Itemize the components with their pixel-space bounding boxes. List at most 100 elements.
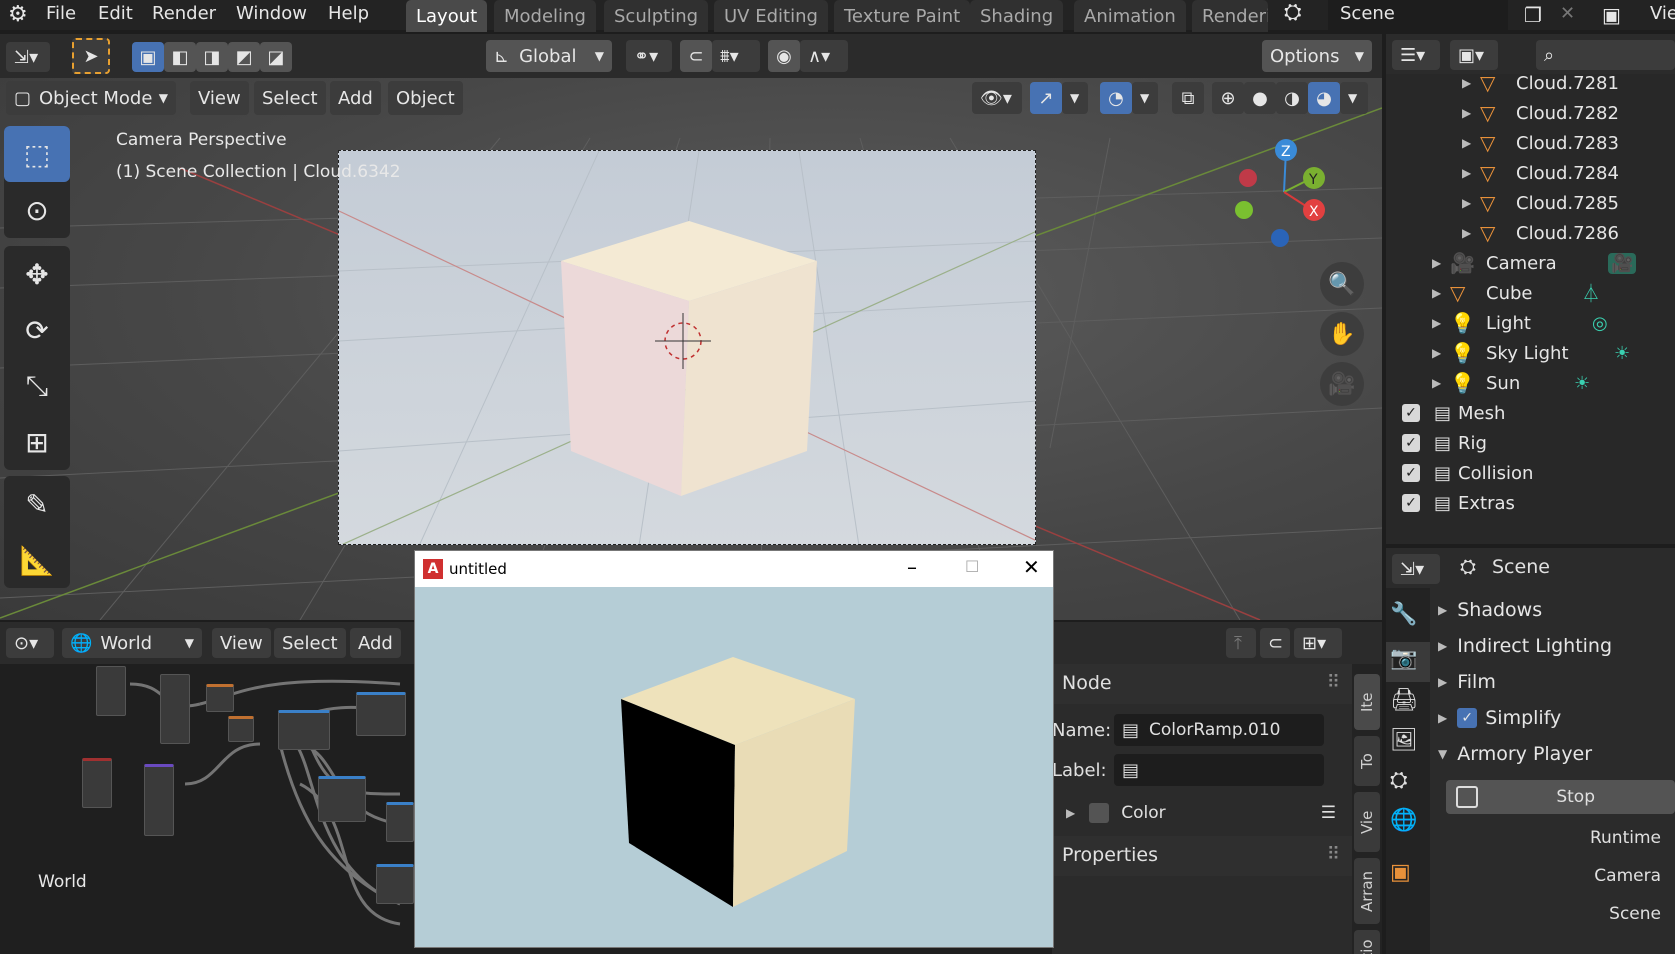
expand-arrow-icon[interactable]: ▶	[1462, 226, 1471, 240]
tab-view[interactable]: Vie	[1354, 792, 1380, 852]
close-icon[interactable]: ✕	[1023, 555, 1040, 579]
tab-tool[interactable]: To	[1354, 736, 1380, 786]
cursor-tool-icon[interactable]: ⊙	[4, 182, 70, 238]
outliner-row[interactable]: ▶ 💡 Sun ☀	[1386, 368, 1675, 398]
color-checkbox[interactable]	[1089, 803, 1110, 823]
scene-tab-icon[interactable]: ⛭	[1390, 768, 1408, 793]
panel-shadows[interactable]: ▶ Shadows	[1438, 592, 1542, 628]
tab-options[interactable]: Optio	[1354, 930, 1380, 954]
outliner-row[interactable]: ▶ 💡 Light ◎	[1386, 308, 1675, 338]
mesh-data-icon[interactable]: ⏃	[1582, 280, 1600, 306]
tab-rendering[interactable]: Renderi	[1192, 0, 1268, 32]
tab-modeling[interactable]: Modeling	[494, 0, 596, 32]
outliner-editor-icon[interactable]: ☰▾	[1392, 40, 1440, 70]
output-tab-icon[interactable]: 🖨	[1390, 688, 1418, 713]
expand-arrow-icon[interactable]: ▶	[1462, 166, 1471, 180]
collection-checkbox[interactable]: ✓	[1402, 404, 1420, 422]
view-layer-tab-icon[interactable]: 🖼	[1390, 728, 1418, 753]
graph-node[interactable]	[318, 776, 366, 822]
expand-arrow-icon[interactable]: ▶	[1432, 376, 1441, 390]
overlay-toggle-icon[interactable]: ◔	[1100, 82, 1132, 114]
outliner-row[interactable]: ✓ ▤ Rig	[1386, 428, 1675, 458]
gizmo-toggle-icon[interactable]: ↗	[1030, 82, 1062, 114]
menu-file[interactable]: File	[46, 3, 76, 24]
player-titlebar[interactable]: A untitled – ☐ ✕	[415, 551, 1053, 587]
scale-tool-icon[interactable]: ⤡	[4, 358, 70, 414]
properties-editor-icon[interactable]: ⇲▾	[1392, 554, 1440, 584]
graph-node[interactable]	[160, 674, 190, 744]
select-tool-icon[interactable]: ➤	[72, 38, 110, 74]
graph-node[interactable]	[96, 666, 126, 716]
viewport-menu-select[interactable]: Select	[254, 81, 326, 115]
outliner-row[interactable]: ▶ ▽ Cloud.7285	[1386, 188, 1675, 218]
blender-logo-icon[interactable]: ⚙	[8, 2, 28, 27]
move-tool-icon[interactable]: ✥	[4, 246, 70, 302]
simplify-checkbox[interactable]: ✓	[1457, 708, 1478, 728]
outliner-row[interactable]: ✓ ▤ Mesh	[1386, 398, 1675, 428]
color-presets-icon[interactable]: ☰	[1321, 803, 1336, 823]
falloff-icon[interactable]: ∧▾	[800, 40, 848, 72]
visibility-icon[interactable]: 👁▾	[972, 82, 1022, 114]
shading-dropdown-icon[interactable]: ▼	[1340, 82, 1368, 114]
expand-arrow-icon[interactable]: ▶	[1462, 106, 1471, 120]
tab-uv-editing[interactable]: UV Editing	[714, 0, 828, 32]
expand-arrow-icon[interactable]: ▶	[1432, 316, 1441, 330]
menu-render[interactable]: Render	[152, 3, 216, 24]
expand-arrow-icon[interactable]: ▶	[1432, 256, 1441, 270]
graph-node[interactable]	[278, 710, 330, 750]
transform-tool-icon[interactable]: ⊞	[4, 414, 70, 470]
object-tab-icon[interactable]: ▣	[1390, 860, 1411, 885]
select-box-tool-icon[interactable]: ⬚	[4, 126, 70, 182]
graph-node[interactable]	[376, 864, 414, 904]
tab-texture-paint[interactable]: Texture Paint	[834, 0, 971, 32]
outliner-row[interactable]: ▶ 💡 Sky Light ☀	[1386, 338, 1675, 368]
snap-icon[interactable]: ⊂	[680, 40, 712, 72]
outliner-row[interactable]: ▶ ▽ Cloud.7283	[1386, 128, 1675, 158]
menu-edit[interactable]: Edit	[98, 3, 133, 24]
expand-arrow-icon[interactable]: ▶	[1432, 346, 1441, 360]
sun-data-icon[interactable]: ☀	[1574, 373, 1590, 394]
panel-indirect-lighting[interactable]: ▶ Indirect Lighting	[1438, 628, 1612, 664]
graph-node[interactable]	[206, 684, 234, 712]
render-tab-icon[interactable]: 📷	[1390, 646, 1417, 671]
editor-type-icon[interactable]: ⇲▾	[6, 42, 50, 72]
new-scene-icon[interactable]: ❐	[1524, 3, 1542, 27]
camera-view-icon[interactable]: 🎥	[1320, 362, 1364, 406]
material-shading-icon[interactable]: ◑	[1276, 82, 1308, 114]
node-editor-type-icon[interactable]: ⊙▾	[6, 628, 54, 658]
node-label-input[interactable]: ▤	[1114, 754, 1324, 786]
mode-dropdown[interactable]: ▢ Object Mode ▼	[6, 81, 176, 115]
minimize-icon[interactable]: –	[907, 555, 917, 579]
node-menu-select[interactable]: Select	[274, 628, 346, 658]
sun-data-icon[interactable]: ☀	[1614, 343, 1630, 364]
tab-shading[interactable]: Shading	[970, 0, 1064, 32]
wireframe-shading-icon[interactable]: ⊕	[1212, 82, 1244, 114]
scene-name[interactable]: Scene	[1340, 3, 1395, 24]
outliner-row[interactable]: ▶ ▽ Cube ⏃	[1386, 278, 1675, 308]
tab-animation[interactable]: Animation	[1074, 0, 1186, 32]
drag-handle-icon[interactable]: ⠿	[1327, 844, 1340, 865]
outliner-row[interactable]: ▶ ▽ Cloud.7284	[1386, 158, 1675, 188]
node-menu-view[interactable]: View	[212, 628, 271, 658]
light-data-icon[interactable]: ◎	[1592, 313, 1608, 334]
collection-checkbox[interactable]: ✓	[1402, 464, 1420, 482]
3d-viewport[interactable]: ▢ Object Mode ▼ View Select Add Object 👁…	[0, 78, 1382, 620]
tool-tab-icon[interactable]: 🔧	[1390, 602, 1417, 627]
gizmo-dropdown-icon[interactable]: ▼	[1062, 82, 1088, 114]
expand-arrow-icon[interactable]: ▶	[1432, 286, 1441, 300]
select-extend-icon[interactable]: ◧	[164, 42, 196, 72]
stop-button[interactable]: Stop	[1446, 780, 1675, 814]
menu-window[interactable]: Window	[236, 3, 307, 24]
viewport-menu-object[interactable]: Object	[388, 81, 463, 115]
panel-armory-player[interactable]: ▼ Armory Player	[1438, 736, 1592, 772]
tab-item[interactable]: Ite	[1354, 674, 1380, 730]
node-snap-icon[interactable]: ⊂	[1260, 628, 1290, 658]
expand-arrow-icon[interactable]: ▶	[1462, 136, 1471, 150]
menu-help[interactable]: Help	[328, 3, 369, 24]
graph-node[interactable]	[144, 764, 174, 836]
outliner-row[interactable]: ✓ ▤ Extras	[1386, 488, 1675, 518]
zoom-icon[interactable]: 🔍	[1320, 262, 1364, 306]
pivot-point-icon[interactable]: ⚭▾	[626, 40, 672, 72]
player-canvas[interactable]	[415, 587, 1053, 947]
parent-node-icon[interactable]: ⤒	[1226, 628, 1256, 658]
